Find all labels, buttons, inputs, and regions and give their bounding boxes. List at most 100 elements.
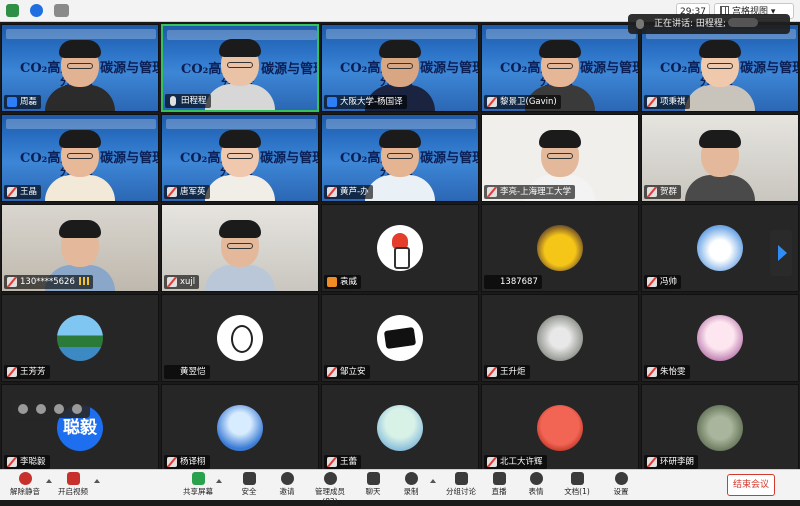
mic-status-icon <box>327 97 337 107</box>
participant-tile[interactable]: 李亮-上海理工大学 <box>481 114 639 202</box>
avatar <box>217 405 263 451</box>
invite-label: 邀请 <box>279 487 295 496</box>
mic-status-icon <box>7 97 17 107</box>
participant-tile[interactable]: 1387687 <box>481 204 639 292</box>
manage-members-button[interactable]: 管理成员(82) <box>308 471 352 506</box>
participant-tile[interactable]: 杨译栩 <box>161 384 319 472</box>
participant-tile[interactable]: 邹立安 <box>321 294 479 382</box>
mic-status-icon <box>167 187 177 197</box>
participant-name: 贺群 <box>660 187 678 197</box>
reactions-button[interactable]: 表情 <box>524 471 548 500</box>
documents-button[interactable]: 文档(1) <box>562 471 592 500</box>
slide-banner <box>326 29 476 39</box>
participant-name-bar: 1387687 <box>484 275 542 289</box>
participant-name: 大阪大学-杨国译 <box>340 97 403 107</box>
emoji-icon <box>529 472 543 485</box>
participant-name: 邹立安 <box>340 367 366 377</box>
mic-status-icon <box>327 367 337 377</box>
mic-status-icon <box>7 187 17 197</box>
participant-tile[interactable]: CO₂高质化 / 碳源与管理分论坛项秉祺 <box>641 24 799 112</box>
reactions-label: 表情 <box>528 487 544 496</box>
participant-tile[interactable]: 环研李朗 <box>641 384 799 472</box>
unmute-button[interactable]: 解除静音 <box>8 471 42 500</box>
info-icon[interactable] <box>30 4 43 17</box>
members-icon <box>323 472 337 485</box>
reaction-icon[interactable] <box>54 404 64 414</box>
participant-name: 周磊 <box>20 97 38 107</box>
security-shield-icon[interactable] <box>6 4 19 17</box>
participant-tile[interactable]: 聪毅 李聪毅 <box>1 384 159 472</box>
participant-name: 黎景卫(Gavin) <box>500 97 557 107</box>
participant-name-bar: 王晶 <box>4 185 42 199</box>
share-screen-button[interactable]: 共享屏幕 <box>182 471 214 500</box>
participant-name-bar: 环研李朗 <box>644 455 699 469</box>
participant-video <box>365 130 435 201</box>
blurred-name <box>727 18 758 27</box>
reaction-icon[interactable] <box>36 404 46 414</box>
breakout-icon <box>454 472 468 485</box>
mic-status-icon <box>487 457 497 467</box>
participant-tile[interactable]: CO₂高质化 / 碳源与管理分论坛黎景卫(Gavin) <box>481 24 639 112</box>
mic-status-icon <box>167 457 177 467</box>
security-button[interactable]: 安全 <box>238 471 260 500</box>
video-options-caret[interactable] <box>94 479 100 483</box>
participant-tile[interactable]: 北工大许辉 <box>481 384 639 472</box>
share-options-caret[interactable] <box>216 479 222 483</box>
end-meeting-button[interactable]: 结束会议 <box>727 474 775 496</box>
participant-tile[interactable]: 贺群 <box>641 114 799 202</box>
participant-tile[interactable]: 王芳芳 <box>1 294 159 382</box>
avatar <box>217 315 263 361</box>
participant-tile[interactable]: CO₂高质化 / 碳源与管理分论坛唐军英 <box>161 114 319 202</box>
participant-name: 1387687 <box>500 277 538 287</box>
settings-button[interactable]: 设置 <box>610 471 632 500</box>
live-stream-button[interactable]: 直播 <box>488 471 510 500</box>
participant-tile[interactable]: CO₂高质化 / 碳源与管理分论坛田程程 <box>161 24 319 112</box>
participant-name: 袁威 <box>340 277 358 287</box>
breakout-label: 分组讨论 <box>446 487 476 496</box>
participant-name: 项秉祺 <box>660 97 686 107</box>
participant-tile[interactable]: 王蕾 <box>321 384 479 472</box>
participant-name: 李亮-上海理工大学 <box>500 187 572 197</box>
reaction-bar[interactable] <box>12 400 90 418</box>
video-grid: CO₂高质化 / 碳源与管理分论坛周磊CO₂高质化 / 碳源与管理分论坛田程程C… <box>0 23 800 472</box>
participant-name: 李聪毅 <box>20 457 46 467</box>
participant-tile[interactable]: CO₂高质化 / 碳源与管理分论坛周磊 <box>1 24 159 112</box>
chat-button[interactable]: 聊天 <box>362 471 384 500</box>
manage-members-label: 管理成员(82) <box>315 487 345 506</box>
avatar <box>537 225 583 271</box>
live-icon <box>492 472 506 485</box>
participant-name-bar: 李聪毅 <box>4 455 50 469</box>
record-button[interactable]: 录制 <box>400 471 422 500</box>
participant-tile[interactable]: CO₂高质化 / 碳源与管理分论坛王晶 <box>1 114 159 202</box>
signal-icon[interactable] <box>54 4 69 17</box>
breakout-rooms-button[interactable]: 分组讨论 <box>444 471 478 500</box>
reaction-icon[interactable] <box>72 404 82 414</box>
start-video-button[interactable]: 开启视频 <box>56 471 90 500</box>
mic-status-icon <box>327 187 337 197</box>
participant-tile[interactable]: xujl <box>161 204 319 292</box>
start-video-label: 开启视频 <box>58 487 88 496</box>
participant-tile[interactable]: CO₂高质化 / 碳源与管理分论坛大阪大学-杨国译 <box>321 24 479 112</box>
participant-tile[interactable]: 黄翌恺 <box>161 294 319 382</box>
audio-options-caret[interactable] <box>46 479 52 483</box>
participant-tile[interactable]: 朱怡雯 <box>641 294 799 382</box>
gear-icon <box>614 472 628 485</box>
participant-tile[interactable]: 王升炬 <box>481 294 639 382</box>
participant-name-bar: 田程程 <box>165 94 211 108</box>
participant-name: 杨译栩 <box>180 457 206 467</box>
next-page-button[interactable] <box>770 230 792 276</box>
mic-status-icon <box>167 277 177 287</box>
participant-name-bar: 130****5626 <box>4 275 93 289</box>
reaction-icon[interactable] <box>18 404 28 414</box>
mic-status-icon <box>487 367 497 377</box>
participant-name: 唐军英 <box>180 187 206 197</box>
participant-tile[interactable]: 袁威 <box>321 204 479 292</box>
participant-name: 北工大许辉 <box>500 457 543 467</box>
participant-tile[interactable]: CO₂高质化 / 碳源与管理分论坛黄芦-办 <box>321 114 479 202</box>
mic-status-icon <box>647 277 657 287</box>
record-options-caret[interactable] <box>430 479 436 483</box>
participant-name-bar: 黄芦-办 <box>324 185 373 199</box>
invite-button[interactable]: 邀请 <box>276 471 298 500</box>
participant-tile[interactable]: 130****5626 <box>1 204 159 292</box>
avatar <box>697 225 743 271</box>
